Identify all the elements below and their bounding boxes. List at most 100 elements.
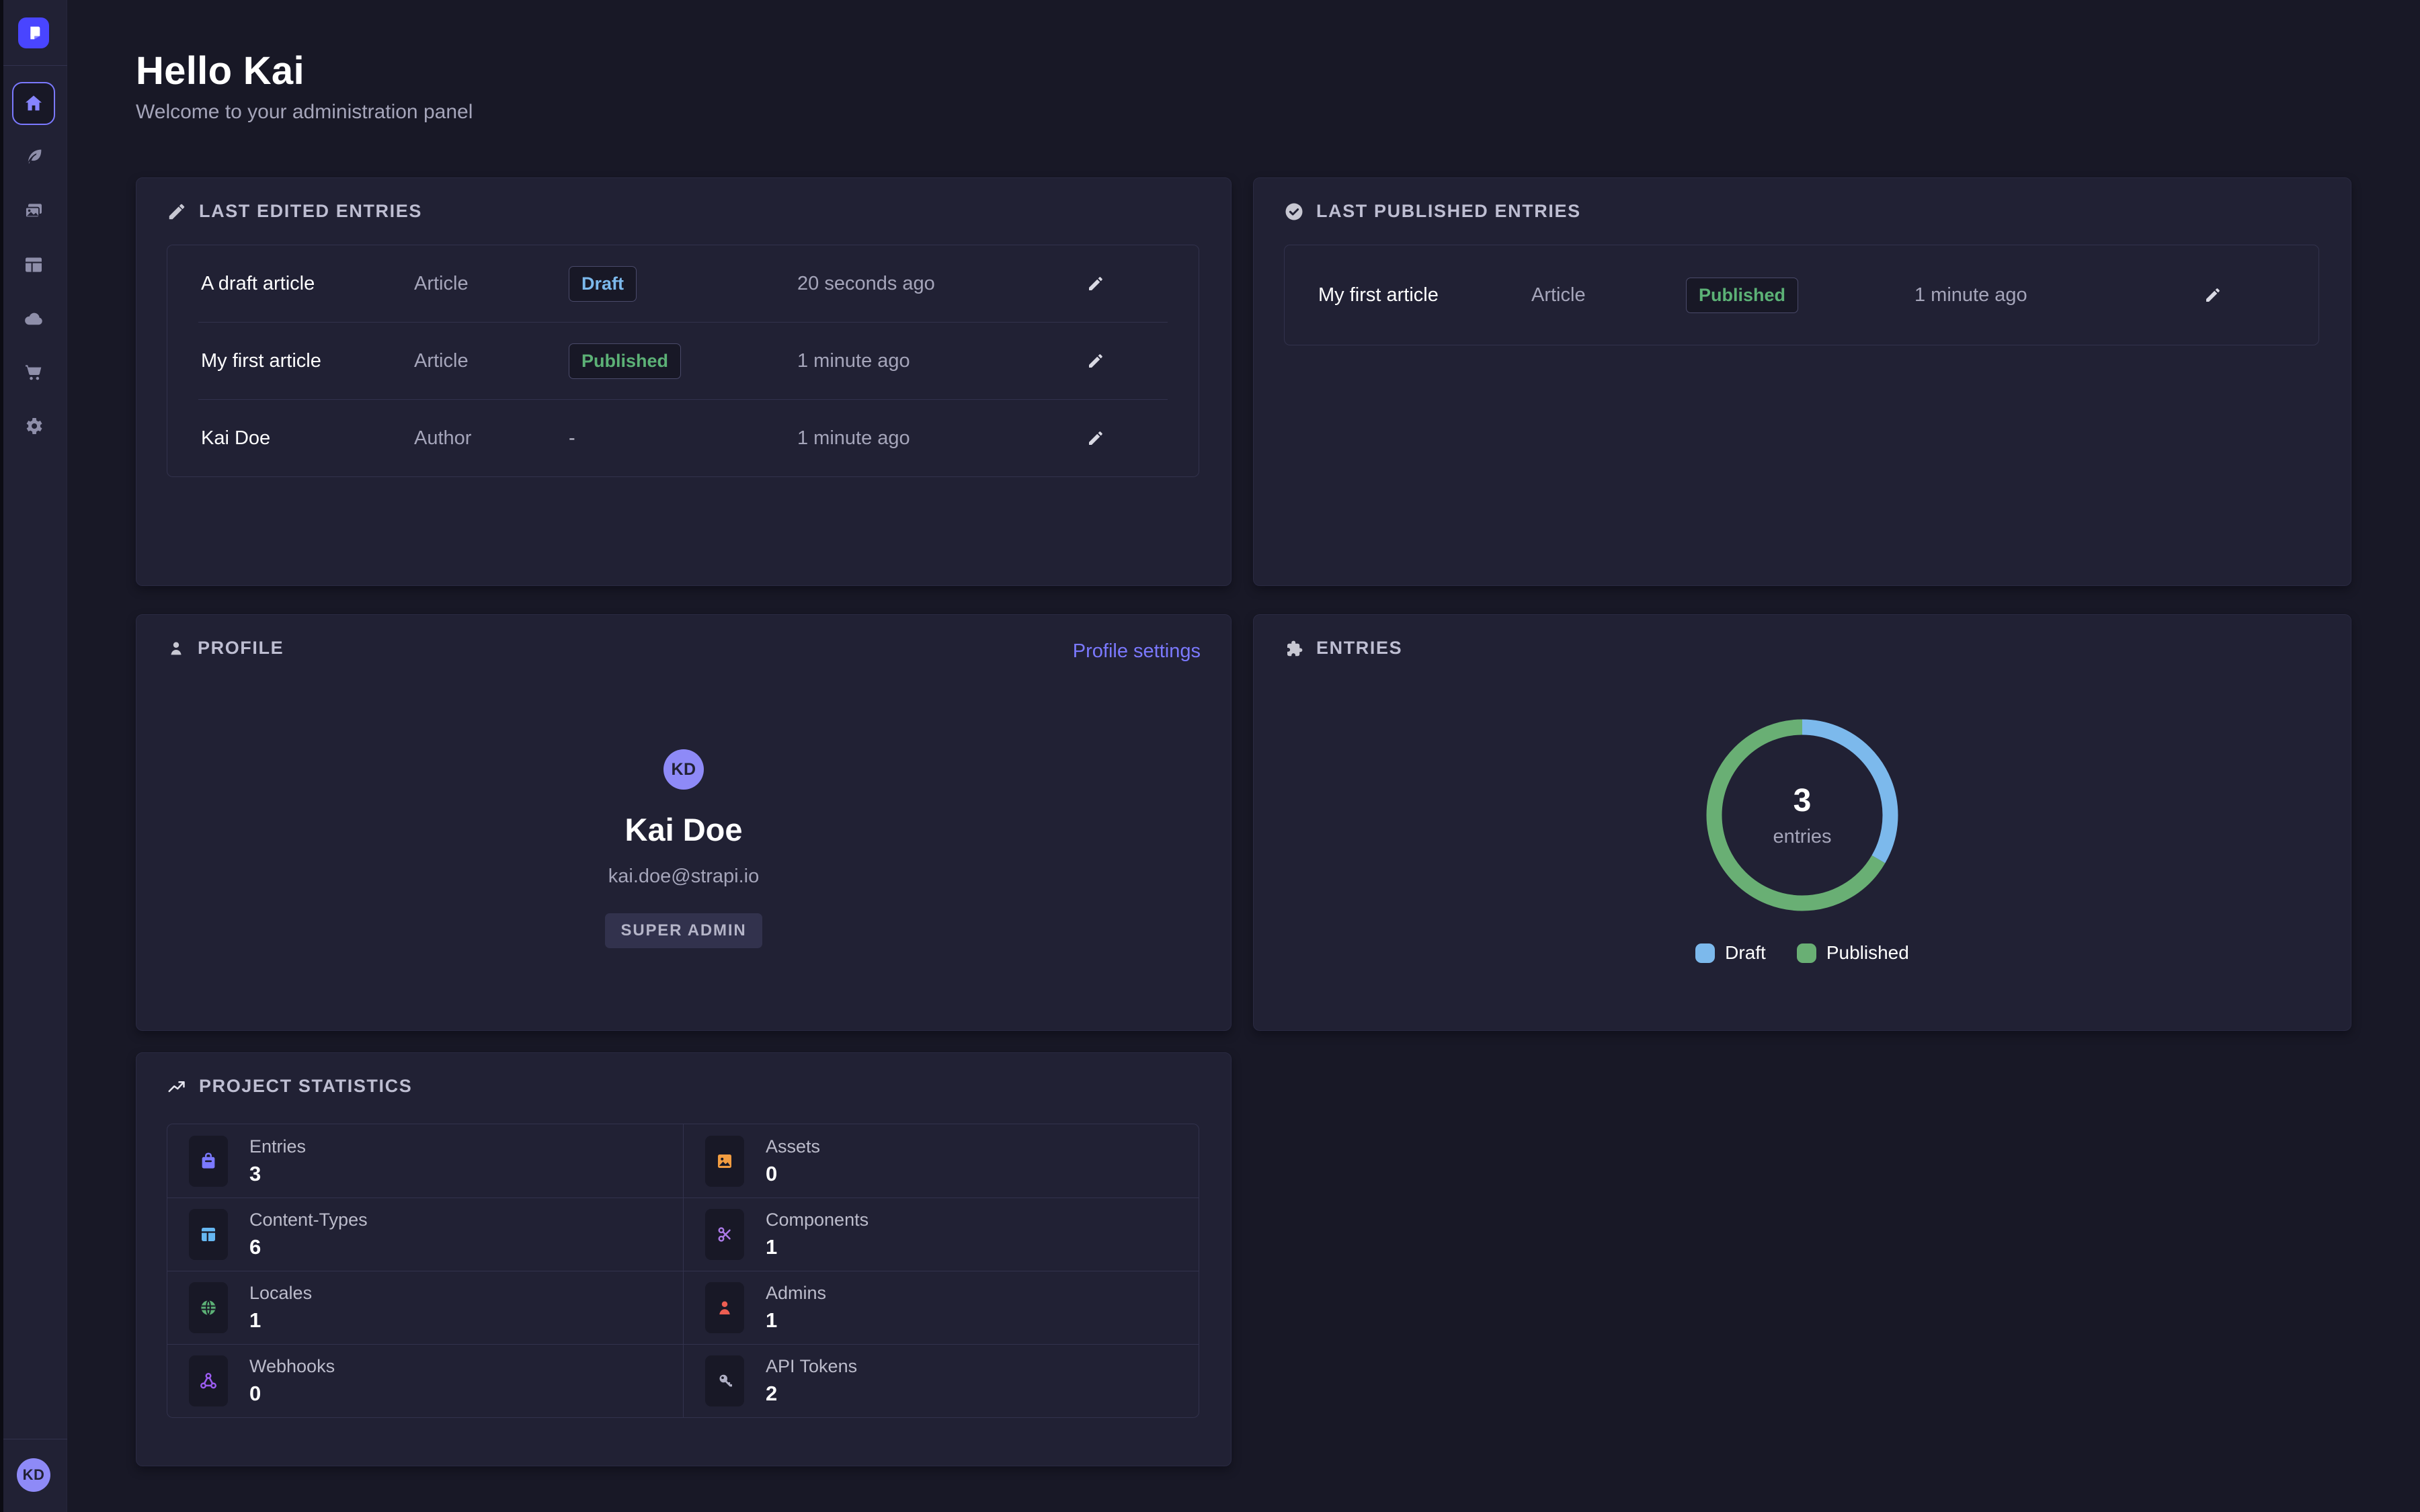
profile-name: Kai Doe — [625, 811, 743, 848]
cloud-icon — [22, 307, 45, 330]
panel-title: LAST PUBLISHED ENTRIES — [1316, 201, 1581, 222]
sidebar-item-settings[interactable] — [12, 405, 55, 448]
user-avatar[interactable]: KD — [17, 1458, 50, 1492]
stat-webhooks: Webhooks 0 — [167, 1344, 683, 1417]
content-types-icon — [189, 1209, 228, 1260]
edit-pencil-icon — [1086, 274, 1106, 294]
entry-status-empty: - — [569, 427, 797, 450]
sidebar-item-home[interactable] — [12, 82, 55, 125]
layout-icon — [23, 254, 44, 276]
stat-label: Assets — [766, 1136, 820, 1157]
sidebar-item-media-library[interactable] — [12, 190, 55, 233]
trend-icon — [167, 1077, 187, 1097]
status-badge: Published — [1686, 278, 1798, 313]
images-icon — [23, 200, 44, 222]
last-published-entries-panel: LAST PUBLISHED ENTRIES My first article … — [1253, 177, 2351, 586]
locales-icon — [189, 1282, 228, 1333]
last-edited-header: LAST EDITED ENTRIES — [167, 201, 422, 222]
stat-value: 0 — [766, 1162, 820, 1186]
gear-icon — [23, 415, 44, 437]
edit-entry-button[interactable] — [1086, 351, 1199, 371]
entry-type: Article — [414, 350, 569, 372]
table-row: My first article Article Published 1 min… — [1285, 245, 2318, 345]
entries-panel: ENTRIES 3 entries Draft Published — [1253, 614, 2351, 1031]
table-row: My first article Article Published 1 min… — [167, 323, 1199, 399]
home-icon — [23, 93, 44, 114]
edit-pencil-icon — [2203, 285, 2223, 305]
stat-label: API Tokens — [766, 1356, 857, 1377]
feather-icon — [23, 146, 44, 168]
stat-label: Content-Types — [249, 1210, 368, 1230]
legend-label: Draft — [1725, 942, 1766, 964]
edit-entry-button[interactable] — [2203, 285, 2318, 305]
entry-name: My first article — [1318, 284, 1531, 306]
sidebar: KD — [0, 0, 67, 1512]
admins-icon — [705, 1282, 744, 1333]
strapi-logo-icon — [24, 24, 43, 42]
legend-item-draft: Draft — [1695, 942, 1766, 964]
profile-panel: PROFILE Profile settings KD Kai Doe kai.… — [136, 614, 1232, 1031]
stats-grid: Entries 3 Assets 0 — [167, 1124, 1199, 1418]
sidebar-item-content-manager[interactable] — [12, 136, 55, 179]
last-published-table: My first article Article Published 1 min… — [1284, 245, 2319, 345]
edit-entry-button[interactable] — [1086, 428, 1199, 448]
sidebar-item-marketplace[interactable] — [12, 351, 55, 394]
stat-label: Components — [766, 1210, 869, 1230]
donut-center-label: 3 entries — [1695, 708, 1910, 923]
cart-icon — [23, 362, 44, 383]
panel-title: ENTRIES — [1316, 638, 1402, 659]
components-icon — [705, 1209, 744, 1260]
stat-components: Components 1 — [683, 1198, 1199, 1271]
stat-value: 1 — [766, 1235, 869, 1259]
sidebar-footer: KD — [0, 1439, 67, 1512]
stat-value: 1 — [249, 1308, 312, 1333]
stat-locales: Locales 1 — [167, 1271, 683, 1344]
assets-icon — [705, 1136, 744, 1187]
stat-value: 0 — [249, 1382, 335, 1406]
panel-title: PROJECT STATISTICS — [199, 1076, 412, 1097]
last-edited-entries-panel: LAST EDITED ENTRIES A draft article Arti… — [136, 177, 1232, 586]
stat-assets: Assets 0 — [683, 1124, 1199, 1198]
stat-label: Entries — [249, 1136, 306, 1157]
page-subtitle: Welcome to your administration panel — [136, 101, 473, 124]
entry-type: Author — [414, 427, 569, 450]
stat-content-types: Content-Types 6 — [167, 1198, 683, 1271]
panel-title: LAST EDITED ENTRIES — [199, 201, 422, 222]
draft-swatch — [1695, 943, 1715, 963]
last-edited-table: A draft article Article Draft 20 seconds… — [167, 245, 1199, 477]
edit-pencil-icon — [1086, 351, 1106, 371]
page-title: Hello Kai — [136, 48, 305, 93]
stat-value: 6 — [249, 1235, 368, 1259]
published-swatch — [1797, 943, 1816, 963]
strapi-logo[interactable] — [18, 17, 49, 48]
sidebar-item-cloud[interactable] — [12, 297, 55, 340]
entry-name: Kai Doe — [201, 427, 414, 450]
last-published-header: LAST PUBLISHED ENTRIES — [1284, 201, 1581, 222]
stat-api-tokens: API Tokens 2 — [683, 1344, 1199, 1417]
stat-value: 1 — [766, 1308, 826, 1333]
puzzle-icon — [1284, 638, 1304, 659]
stat-label: Locales — [249, 1283, 312, 1304]
entries-donut-chart: 3 entries — [1695, 708, 1910, 923]
stat-label: Admins — [766, 1283, 826, 1304]
entries-total: 3 — [1793, 782, 1812, 819]
chart-legend: Draft Published — [1254, 942, 2351, 964]
stat-value: 3 — [249, 1162, 306, 1186]
check-circle-icon — [1284, 202, 1304, 222]
legend-label: Published — [1826, 942, 1909, 964]
entries-header: ENTRIES — [1284, 638, 1402, 659]
entry-time: 1 minute ago — [1914, 284, 2203, 306]
entry-name: My first article — [201, 350, 414, 372]
status-badge: Draft — [569, 266, 637, 302]
table-row: Kai Doe Author - 1 minute ago — [167, 400, 1199, 476]
edit-entry-button[interactable] — [1086, 274, 1199, 294]
stat-value: 2 — [766, 1382, 857, 1406]
table-row: A draft article Article Draft 20 seconds… — [167, 245, 1199, 322]
profile-avatar: KD — [663, 749, 704, 790]
stat-entries: Entries 3 — [167, 1124, 683, 1198]
entry-name: A draft article — [201, 273, 414, 295]
entry-type: Article — [1531, 284, 1686, 306]
pencil-icon — [167, 202, 187, 222]
webhooks-icon — [189, 1355, 228, 1406]
sidebar-item-content-type-builder[interactable] — [12, 243, 55, 286]
